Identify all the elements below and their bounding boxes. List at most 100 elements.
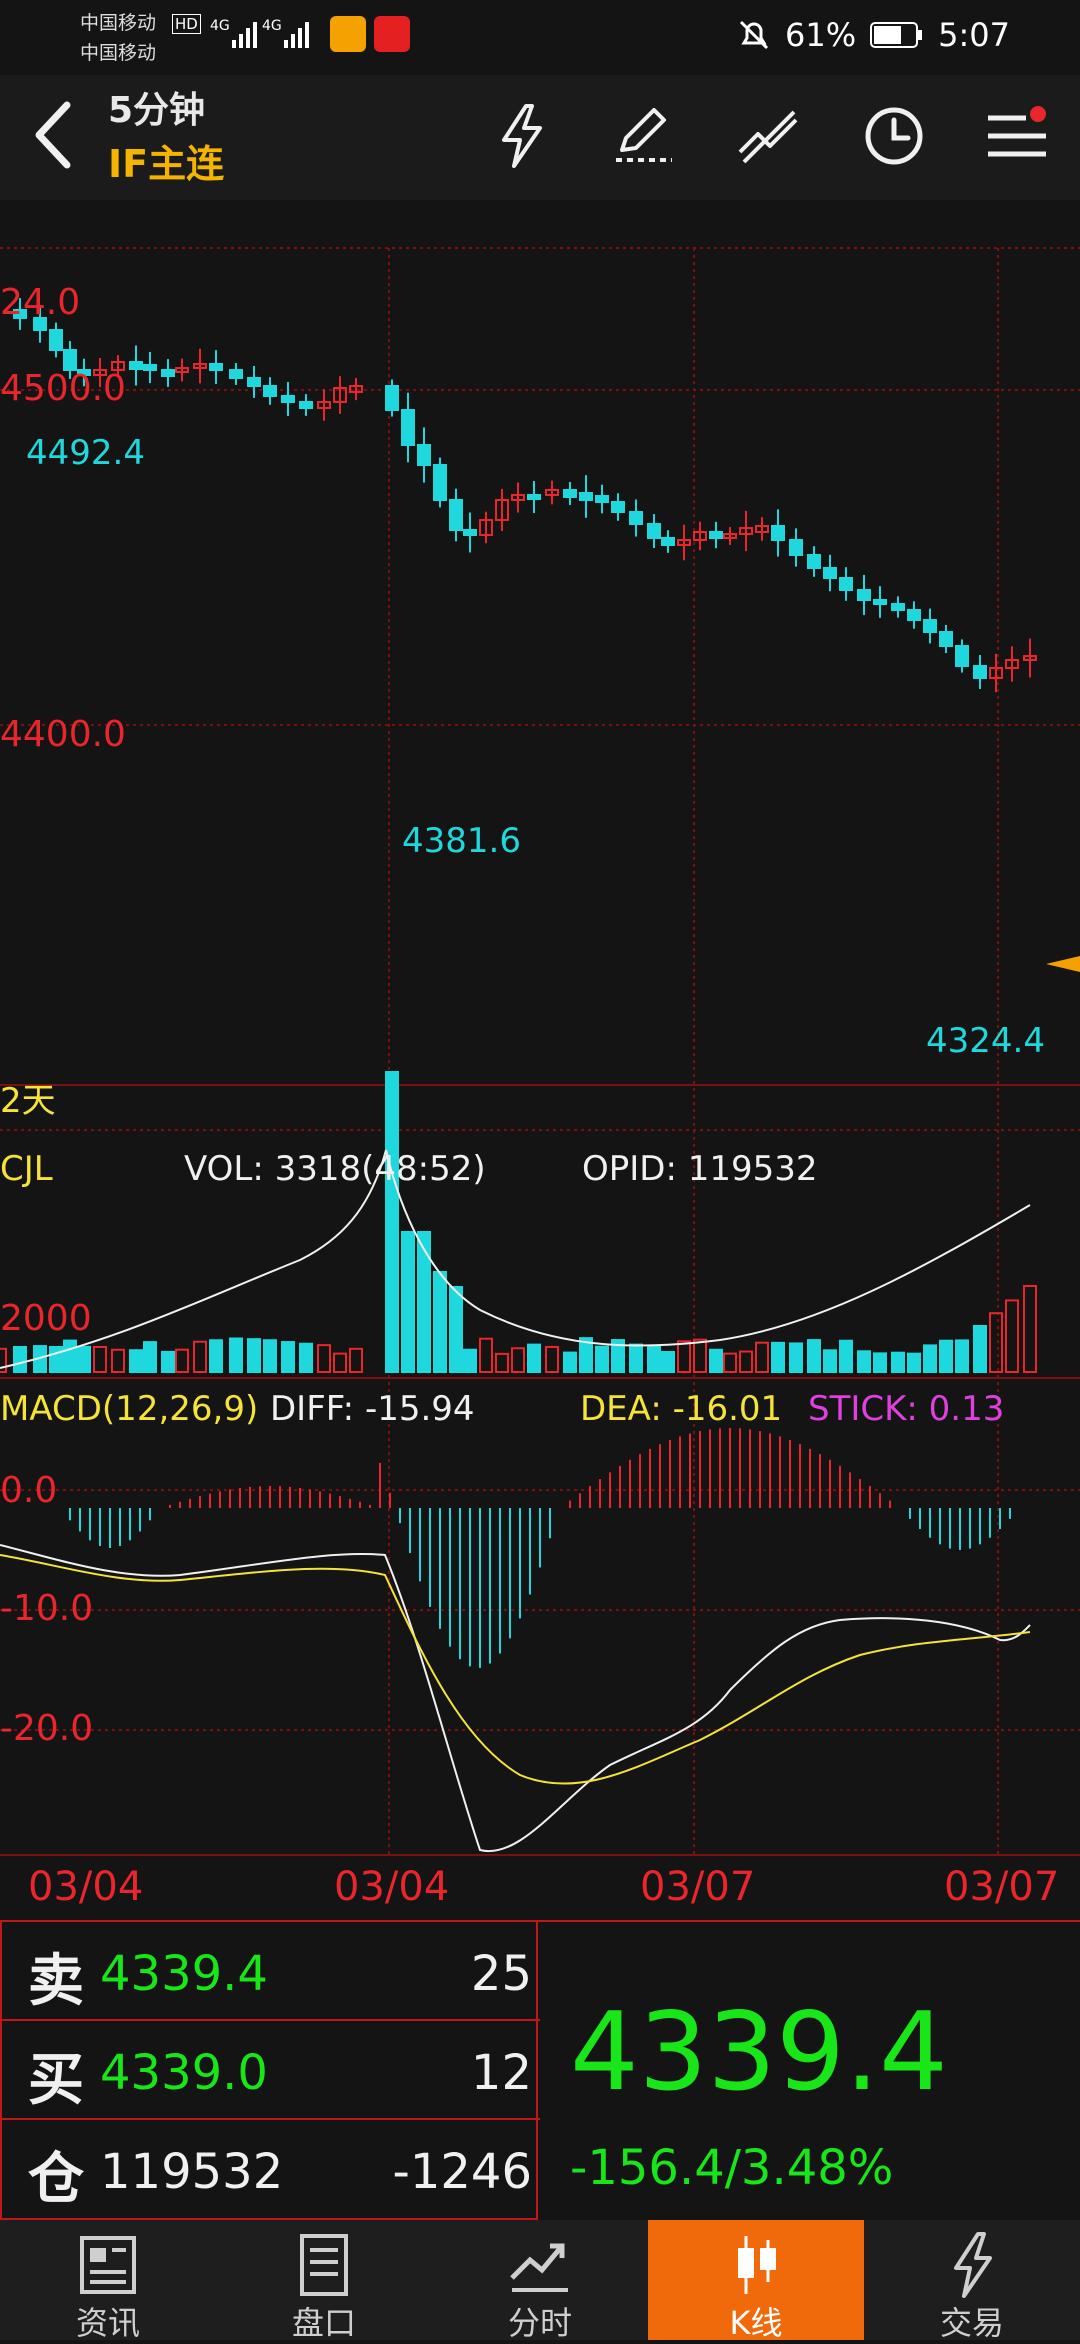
candle-body — [611, 501, 625, 513]
period-label[interactable]: 5分钟 — [108, 81, 205, 133]
candle-body — [299, 401, 313, 409]
order-book: 卖 4339.4 25 买 4339.0 12 仓 119532 -1246 — [0, 1920, 540, 2220]
candle-body — [661, 537, 675, 546]
clock-icon[interactable] — [858, 100, 930, 172]
candle-body — [263, 385, 277, 397]
volume-bar — [1005, 1299, 1019, 1374]
signal-icon: 4G 4G — [210, 18, 309, 48]
tab-label: 分时 — [507, 2304, 572, 2342]
candle-body — [63, 349, 77, 371]
volume-bar — [229, 1337, 243, 1373]
open-interest-label: 仓 — [28, 2146, 84, 2212]
macd-name: MACD(12,26,9) — [0, 1389, 258, 1429]
svg-text:4G: 4G — [262, 18, 282, 34]
volume-bar — [299, 1342, 313, 1374]
candle-body — [527, 494, 541, 500]
volume-bar — [401, 1231, 415, 1373]
volume-bar — [49, 1345, 63, 1374]
ask-price: 4339.4 — [100, 1946, 268, 2002]
ask-row[interactable]: 卖 4339.4 25 — [2, 1922, 540, 2021]
tab-news[interactable]: 资讯 — [0, 2220, 216, 2342]
tab-label: 资讯 — [75, 2304, 140, 2342]
tab-trade[interactable]: 交易 — [864, 2220, 1080, 2342]
open-interest-row: 仓 119532 -1246 — [2, 2120, 540, 2219]
volume-bar — [161, 1350, 175, 1373]
menu-icon[interactable] — [982, 100, 1054, 172]
volume-bar — [449, 1286, 463, 1373]
volume-bar — [629, 1343, 643, 1373]
days-label: 2天 — [0, 1081, 56, 1121]
bid-price: 4339.0 — [100, 2045, 268, 2101]
price-axis-label: 4400.0 — [0, 714, 126, 755]
volume-bar — [479, 1337, 493, 1373]
date-label: 03/04 — [28, 1864, 143, 1910]
candle-body — [955, 645, 969, 667]
volume-bar — [317, 1344, 331, 1374]
candle-body — [49, 329, 63, 351]
candle-body — [247, 377, 261, 387]
macd-dea-line — [0, 1554, 1031, 1785]
date-label: 03/07 — [944, 1864, 1059, 1910]
candle-body — [161, 369, 175, 377]
macd-diff-line — [0, 1544, 1031, 1853]
candle-body — [579, 492, 593, 501]
tab-kline[interactable]: K线 — [648, 2220, 864, 2342]
quote-panel: 卖 4339.4 25 买 4339.0 12 仓 119532 -1246 4… — [0, 1920, 1080, 2220]
carrier-label: 中国移动 — [80, 12, 157, 34]
candle-body — [401, 409, 415, 446]
macd-axis-label: 0.0 — [0, 1470, 57, 1511]
candle-body — [647, 523, 661, 539]
open-interest-change: -1246 — [392, 2144, 532, 2200]
candle-body — [629, 511, 643, 525]
kline-chart[interactable]: 24.0 4500.0 4400.0 4492.4 4381.6 4324.4 … — [0, 200, 1080, 1920]
macd-stick-value: STICK: 0.13 — [808, 1389, 1004, 1429]
chart-area[interactable]: 24.0 4500.0 4400.0 4492.4 4381.6 4324.4 … — [0, 200, 1080, 1920]
open-interest-value: OPID: 119532 — [582, 1149, 818, 1189]
candle-body — [563, 489, 577, 498]
candle-body — [789, 539, 803, 556]
volume-bar — [111, 1348, 125, 1373]
lightning-icon[interactable] — [486, 100, 558, 172]
candle-body — [771, 525, 785, 541]
draw-pen-icon[interactable] — [608, 100, 680, 172]
symbol-label[interactable]: IF主连 — [108, 133, 224, 188]
status-bar: 中国移动 中国移动 HD 4G 4G 61% 5:07 — [0, 0, 1080, 75]
volume-bar — [247, 1338, 261, 1374]
tab-timeshare[interactable]: 分时 — [432, 2220, 648, 2342]
ask-quantity: 25 — [470, 1946, 532, 2002]
volume-bar — [495, 1352, 509, 1374]
volume-bar — [823, 1349, 837, 1373]
last-price: 4339.4 — [570, 1990, 948, 2115]
volume-axis-label: 2000 — [0, 1298, 92, 1339]
high-low-label: 4381.6 — [402, 821, 521, 861]
volume-bar — [77, 1345, 91, 1373]
volume-bar — [63, 1339, 77, 1373]
hd-badge: HD — [172, 14, 201, 34]
candle-body — [449, 499, 463, 531]
volume-bar — [955, 1339, 969, 1374]
bid-row[interactable]: 买 4339.0 12 — [2, 2021, 540, 2120]
volume-bar — [755, 1341, 769, 1374]
clock: 5:07 — [938, 16, 1010, 54]
candle-body — [385, 385, 399, 411]
news-icon — [80, 2236, 136, 2294]
back-icon[interactable] — [25, 95, 85, 175]
candle-body — [709, 531, 723, 539]
volume-bar — [771, 1341, 785, 1373]
volume-bar — [939, 1339, 953, 1373]
candle-body — [839, 577, 853, 591]
indicator-line-icon[interactable] — [732, 100, 804, 172]
macd-axis-label: -10.0 — [0, 1588, 93, 1629]
candle-body — [417, 444, 431, 466]
bid-label: 买 — [28, 2047, 84, 2113]
volume-bar — [281, 1341, 295, 1374]
price-axis-label: 24.0 — [0, 282, 80, 323]
tab-orderbook[interactable]: 盘口 — [216, 2220, 432, 2342]
volume-bar — [693, 1338, 707, 1373]
candle-body — [939, 631, 953, 647]
macd-dea-value: DEA: -16.01 — [580, 1389, 782, 1429]
volume-bar — [857, 1350, 871, 1374]
app-notification-icon — [374, 16, 410, 52]
tab-label: 交易 — [939, 2304, 1004, 2342]
candle-body — [891, 603, 905, 611]
